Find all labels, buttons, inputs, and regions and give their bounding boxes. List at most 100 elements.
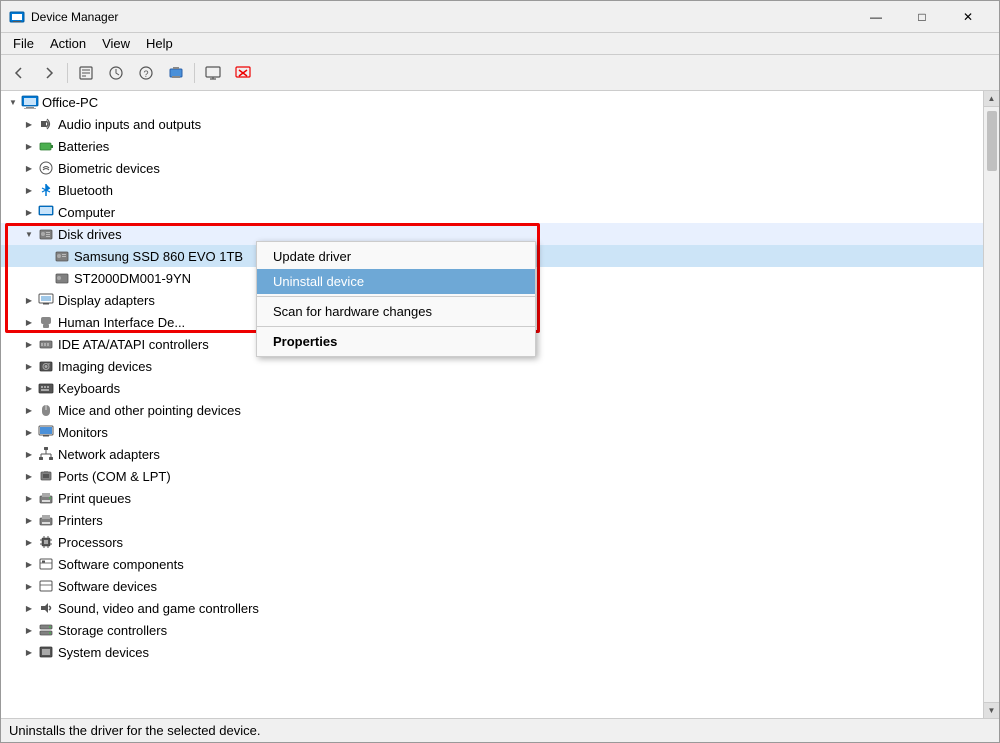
- st2000-icon: [53, 269, 71, 287]
- bluetooth-label: Bluetooth: [58, 183, 113, 198]
- close-button[interactable]: ✕: [945, 1, 991, 33]
- storage-expander[interactable]: ▶: [21, 622, 37, 638]
- scrollbar[interactable]: ▲ ▼: [983, 91, 999, 718]
- disk-expander[interactable]: ▼: [21, 226, 37, 242]
- context-menu: Update driver Uninstall device Scan for …: [256, 241, 536, 357]
- mice-label: Mice and other pointing devices: [58, 403, 241, 418]
- processors-expander[interactable]: ▶: [21, 534, 37, 550]
- title-bar: Device Manager — □ ✕: [1, 1, 999, 33]
- imaging-label: Imaging devices: [58, 359, 152, 374]
- printers-expander[interactable]: ▶: [21, 512, 37, 528]
- ide-label: IDE ATA/ATAPI controllers: [58, 337, 209, 352]
- tree-item-batteries[interactable]: ▶ Batteries: [1, 135, 983, 157]
- status-text: Uninstalls the driver for the selected d…: [9, 723, 260, 738]
- network-label: Network adapters: [58, 447, 160, 462]
- computer-node-icon: [37, 203, 55, 221]
- tree-item-storage[interactable]: ▶ Storage controllers: [1, 619, 983, 641]
- print-queues-expander[interactable]: ▶: [21, 490, 37, 506]
- tree-item-audio[interactable]: ▶ Audio inputs and outputs: [1, 113, 983, 135]
- tree-root[interactable]: ▼ Office-PC: [1, 91, 983, 113]
- ctx-uninstall-device[interactable]: Uninstall device: [257, 269, 535, 294]
- maximize-button[interactable]: □: [899, 1, 945, 33]
- root-label: Office-PC: [42, 95, 98, 110]
- menu-view[interactable]: View: [94, 34, 138, 53]
- forward-button[interactable]: [35, 59, 63, 87]
- back-button[interactable]: [5, 59, 33, 87]
- st2000-label: ST2000DM001-9YN: [74, 271, 191, 286]
- ctx-separator: [257, 296, 535, 297]
- biometric-icon: [37, 159, 55, 177]
- window-controls: — □ ✕: [853, 1, 991, 33]
- uninstall-button[interactable]: [229, 59, 257, 87]
- tree-item-processors[interactable]: ▶ Processors: [1, 531, 983, 553]
- bluetooth-expander[interactable]: ▶: [21, 182, 37, 198]
- tree-item-imaging[interactable]: ▶ Imaging devices: [1, 355, 983, 377]
- root-expander[interactable]: ▼: [5, 94, 21, 110]
- ports-label: Ports (COM & LPT): [58, 469, 171, 484]
- keyboards-label: Keyboards: [58, 381, 120, 396]
- biometric-expander[interactable]: ▶: [21, 160, 37, 176]
- tree-item-monitors[interactable]: ▶ Monitors: [1, 421, 983, 443]
- batteries-expander[interactable]: ▶: [21, 138, 37, 154]
- software-components-label: Software components: [58, 557, 184, 572]
- menu-action[interactable]: Action: [42, 34, 94, 53]
- ports-icon: [37, 467, 55, 485]
- scroll-down[interactable]: ▼: [984, 702, 999, 718]
- minimize-button[interactable]: —: [853, 1, 899, 33]
- hid-expander[interactable]: ▶: [21, 314, 37, 330]
- ctx-properties[interactable]: Properties: [257, 329, 535, 354]
- disk-label: Disk drives: [58, 227, 122, 242]
- ports-expander[interactable]: ▶: [21, 468, 37, 484]
- monitors-icon: [37, 423, 55, 441]
- tree-item-software-components[interactable]: ▶ Software components: [1, 553, 983, 575]
- device-tree[interactable]: ▼ Office-PC ▶: [1, 91, 983, 718]
- software-devices-icon: [37, 577, 55, 595]
- scan-button[interactable]: [162, 59, 190, 87]
- monitors-expander[interactable]: ▶: [21, 424, 37, 440]
- scroll-up[interactable]: ▲: [984, 91, 999, 107]
- properties-button[interactable]: [72, 59, 100, 87]
- audio-expander[interactable]: ▶: [21, 116, 37, 132]
- system-icon: [37, 643, 55, 661]
- print-queues-icon: [37, 489, 55, 507]
- display-expander[interactable]: ▶: [21, 292, 37, 308]
- biometric-label: Biometric devices: [58, 161, 160, 176]
- software-components-icon: [37, 555, 55, 573]
- sound-expander[interactable]: ▶: [21, 600, 37, 616]
- tree-item-print-queues[interactable]: ▶ Print queues: [1, 487, 983, 509]
- ctx-scan[interactable]: Scan for hardware changes: [257, 299, 535, 324]
- tree-item-computer[interactable]: ▶ Computer: [1, 201, 983, 223]
- tree-item-keyboards[interactable]: ▶ Keyboards: [1, 377, 983, 399]
- sound-label: Sound, video and game controllers: [58, 601, 259, 616]
- system-expander[interactable]: ▶: [21, 644, 37, 660]
- computer-expander[interactable]: ▶: [21, 204, 37, 220]
- toolbar-separator-1: [67, 63, 68, 83]
- tree-item-system[interactable]: ▶ System devices: [1, 641, 983, 663]
- tree-item-printers[interactable]: ▶ Printers: [1, 509, 983, 531]
- ide-expander[interactable]: ▶: [21, 336, 37, 352]
- scroll-thumb[interactable]: [987, 111, 997, 171]
- network-expander[interactable]: ▶: [21, 446, 37, 462]
- imaging-expander[interactable]: ▶: [21, 358, 37, 374]
- mice-expander[interactable]: ▶: [21, 402, 37, 418]
- software-devices-label: Software devices: [58, 579, 157, 594]
- tree-item-mice[interactable]: ▶ Mice and other pointing devices: [1, 399, 983, 421]
- menu-help[interactable]: Help: [138, 34, 181, 53]
- software-devices-expander[interactable]: ▶: [21, 578, 37, 594]
- help-button[interactable]: ?: [132, 59, 160, 87]
- tree-item-bluetooth[interactable]: ▶ Bluetooth: [1, 179, 983, 201]
- tree-item-software-devices[interactable]: ▶ Software devices: [1, 575, 983, 597]
- display-button[interactable]: [199, 59, 227, 87]
- tree-item-sound[interactable]: ▶ Sound, video and game controllers: [1, 597, 983, 619]
- software-components-expander[interactable]: ▶: [21, 556, 37, 572]
- tree-item-network[interactable]: ▶ Network adapters: [1, 443, 983, 465]
- ctx-update-driver[interactable]: Update driver: [257, 244, 535, 269]
- update-button[interactable]: [102, 59, 130, 87]
- tree-item-biometric[interactable]: ▶ Biometric devices: [1, 157, 983, 179]
- samsung-label: Samsung SSD 860 EVO 1TB: [74, 249, 243, 264]
- display-label: Display adapters: [58, 293, 155, 308]
- menu-file[interactable]: File: [5, 34, 42, 53]
- hid-label: Human Interface De...: [58, 315, 185, 330]
- keyboards-expander[interactable]: ▶: [21, 380, 37, 396]
- tree-item-ports[interactable]: ▶ Ports (COM & LPT): [1, 465, 983, 487]
